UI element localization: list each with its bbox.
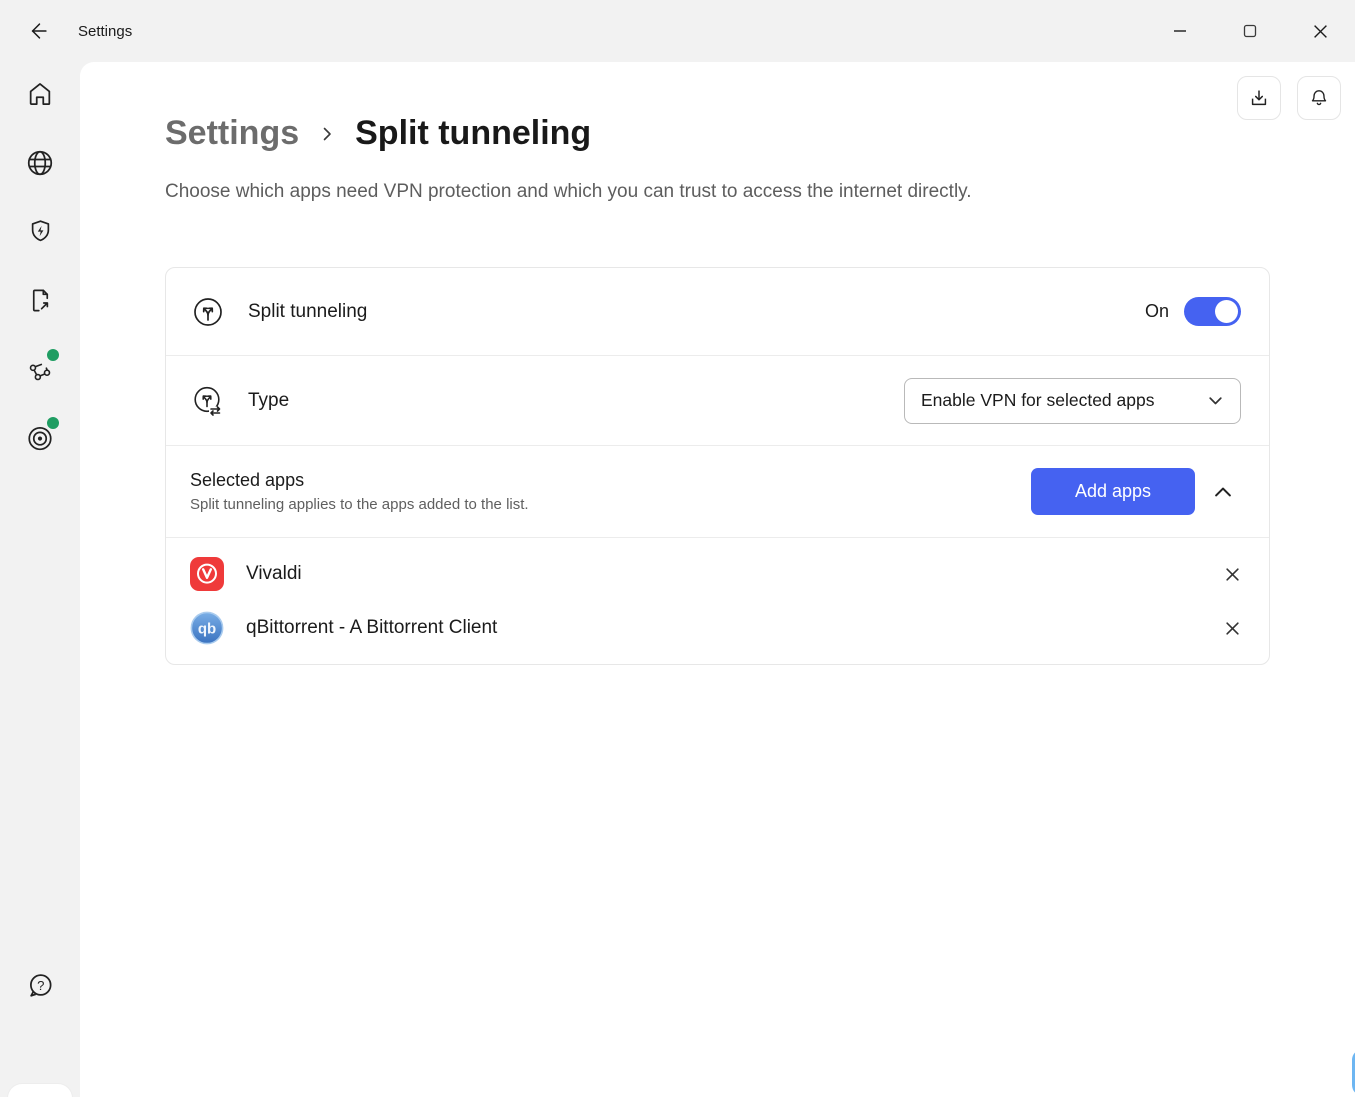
page-heading: Settings Split tunneling	[165, 114, 591, 153]
maximize-button[interactable]	[1215, 0, 1285, 62]
close-button[interactable]	[1285, 0, 1355, 62]
sidebar-item-protection[interactable]	[16, 207, 64, 255]
globe-icon	[25, 148, 55, 178]
page-description: Choose which apps need VPN protection an…	[165, 181, 972, 203]
help-icon: ?	[25, 971, 55, 1001]
qbittorrent-icon: qb	[190, 611, 224, 645]
type-row: Type Enable VPN for selected apps	[166, 355, 1269, 445]
type-dropdown[interactable]: Enable VPN for selected apps	[904, 378, 1241, 424]
minimize-icon	[1173, 24, 1187, 38]
app-list-item: qb qBittorrent - A Bittorrent Client	[166, 601, 1269, 655]
add-apps-button[interactable]: Add apps	[1031, 468, 1195, 515]
sidebar-item-split-tunneling[interactable]	[16, 276, 64, 324]
window-controls	[1145, 0, 1355, 62]
selected-apps-row: Selected apps Split tunneling applies to…	[166, 445, 1269, 537]
notifications-button[interactable]	[1297, 76, 1341, 120]
close-icon	[1225, 567, 1240, 582]
toggle-knob	[1215, 300, 1238, 323]
split-tunneling-row: Split tunneling On	[166, 268, 1269, 355]
chevron-down-icon	[1207, 392, 1224, 409]
shield-bolt-icon	[27, 218, 54, 245]
svg-text:?: ?	[37, 978, 44, 993]
download-button[interactable]	[1237, 76, 1281, 120]
remove-app-button[interactable]	[1217, 559, 1247, 589]
type-icon	[190, 383, 226, 419]
split-tunneling-label: Split tunneling	[248, 301, 367, 323]
split-tunneling-icon	[190, 294, 226, 330]
svg-text:qb: qb	[198, 620, 216, 637]
breadcrumb-settings[interactable]: Settings	[165, 114, 299, 153]
type-label: Type	[248, 390, 289, 412]
maximize-icon	[1243, 24, 1257, 38]
selected-apps-title: Selected apps	[190, 470, 529, 491]
vivaldi-icon	[190, 557, 224, 591]
header-actions	[1237, 76, 1341, 120]
chevron-up-icon	[1212, 481, 1234, 503]
sidebar-nav: ?	[0, 62, 80, 1097]
sidebar-item-home[interactable]	[16, 70, 64, 118]
collapse-apps-button[interactable]	[1205, 474, 1241, 510]
content-panel: Settings Split tunneling Choose which ap…	[80, 62, 1355, 1097]
brand-logo-icon	[1344, 1027, 1355, 1097]
close-icon	[1225, 621, 1240, 636]
sidebar-item-settings[interactable]	[8, 1084, 72, 1097]
chevron-right-icon	[319, 126, 335, 142]
toggle-state-label: On	[1145, 301, 1169, 322]
remove-app-button[interactable]	[1217, 613, 1247, 643]
split-tunnel-export-icon	[27, 287, 54, 314]
window-titlebar: Settings	[0, 0, 1355, 62]
selected-apps-list: Vivaldi qb qBittorrent - A Bittorrent Cl…	[166, 537, 1269, 664]
window-title: Settings	[78, 23, 132, 40]
home-icon	[26, 80, 54, 108]
back-button[interactable]	[22, 14, 56, 48]
tracker-status-badge	[47, 417, 59, 429]
selected-apps-subtitle: Split tunneling applies to the apps adde…	[190, 496, 529, 513]
app-name: qBittorrent - A Bittorrent Client	[246, 617, 497, 639]
sidebar-item-connections[interactable]	[16, 346, 64, 394]
type-dropdown-value: Enable VPN for selected apps	[921, 390, 1207, 411]
close-icon	[1313, 24, 1328, 39]
bell-icon	[1308, 87, 1330, 109]
minimize-button[interactable]	[1145, 0, 1215, 62]
connections-status-badge	[47, 349, 59, 361]
sidebar-item-help[interactable]: ?	[16, 962, 64, 1010]
split-tunneling-card: Split tunneling On Type Enable VPN for s…	[165, 267, 1270, 665]
app-name: Vivaldi	[246, 563, 302, 585]
download-icon	[1248, 87, 1270, 109]
app-list-item: Vivaldi	[166, 547, 1269, 601]
page-title: Split tunneling	[355, 114, 591, 153]
sidebar-item-servers[interactable]	[16, 139, 64, 187]
back-arrow-icon	[28, 20, 50, 42]
sidebar-item-tracker[interactable]	[16, 414, 64, 462]
split-tunneling-toggle[interactable]	[1184, 297, 1241, 326]
